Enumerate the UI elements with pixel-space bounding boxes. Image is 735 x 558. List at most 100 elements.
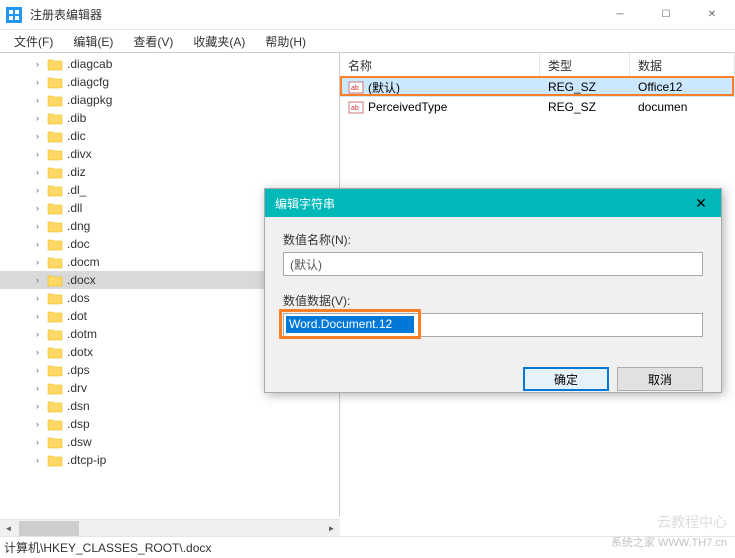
minimize-button[interactable]: ─: [597, 0, 643, 29]
tree-item-label: .dotm: [67, 327, 97, 341]
tree-item-label: .dos: [67, 291, 90, 305]
col-header-data[interactable]: 数据: [630, 53, 735, 76]
tree-item-label: .dib: [67, 111, 86, 125]
tree-item-label: .dtcp-ip: [67, 453, 106, 467]
close-button[interactable]: ✕: [689, 0, 735, 29]
expand-icon[interactable]: ›: [32, 455, 43, 466]
menu-edit[interactable]: 编辑(E): [63, 31, 123, 52]
tree-item-label: .doc: [67, 237, 90, 251]
tree-item-label: .dot: [67, 309, 87, 323]
tree-item[interactable]: › .dsw: [0, 433, 339, 451]
svg-text:ab: ab: [351, 105, 359, 112]
tree-item-label: .docm: [67, 255, 100, 269]
expand-icon[interactable]: ›: [32, 185, 43, 196]
value-data-label: 数值数据(V):: [283, 292, 703, 309]
tree-item-label: .dic: [67, 129, 86, 143]
tree-item[interactable]: › .dsn: [0, 397, 339, 415]
tree-item[interactable]: › .dic: [0, 127, 339, 145]
expand-icon[interactable]: ›: [32, 257, 43, 268]
tree-item-label: .diz: [67, 165, 86, 179]
expand-icon[interactable]: ›: [32, 167, 43, 178]
menubar: 文件(F) 编辑(E) 查看(V) 收藏夹(A) 帮助(H): [0, 30, 735, 52]
expand-icon[interactable]: ›: [32, 401, 43, 412]
cell-data: documen: [630, 100, 735, 114]
expand-icon[interactable]: ›: [32, 77, 43, 88]
menu-view[interactable]: 查看(V): [123, 31, 183, 52]
dialog-buttons: 确定 取消: [265, 367, 721, 391]
cell-name: ab(默认): [340, 79, 540, 96]
expand-icon[interactable]: ›: [32, 149, 43, 160]
expand-icon[interactable]: ›: [32, 293, 43, 304]
tree-item[interactable]: › .dsp: [0, 415, 339, 433]
expand-icon[interactable]: ›: [32, 203, 43, 214]
tree-item-label: .diagcfg: [67, 75, 109, 89]
expand-icon[interactable]: ›: [32, 437, 43, 448]
expand-icon[interactable]: ›: [32, 347, 43, 358]
expand-icon[interactable]: ›: [32, 275, 43, 286]
value-name-label: 数值名称(N):: [283, 231, 703, 248]
tree-item-label: .dll: [67, 201, 82, 215]
cell-data: Office12: [630, 80, 735, 94]
expand-icon[interactable]: ›: [32, 221, 43, 232]
list-row[interactable]: abPerceivedTypeREG_SZdocumen: [340, 97, 735, 117]
dialog-body: 数值名称(N): 数值数据(V): Word.Document.12: [265, 217, 721, 367]
expand-icon[interactable]: ›: [32, 365, 43, 376]
list-header: 名称 类型 数据: [340, 53, 735, 77]
edit-string-dialog: 编辑字符串 ✕ 数值名称(N): 数值数据(V): Word.Document.…: [264, 188, 722, 393]
tree-item-label: .dps: [67, 363, 90, 377]
tree-item[interactable]: › .dib: [0, 109, 339, 127]
dialog-titlebar[interactable]: 编辑字符串 ✕: [265, 189, 721, 217]
scroll-thumb[interactable]: [19, 521, 79, 536]
expand-icon[interactable]: ›: [32, 131, 43, 142]
app-icon: [6, 7, 22, 23]
tree-item[interactable]: › .diagpkg: [0, 91, 339, 109]
tree-item-label: .dsw: [67, 435, 92, 449]
tree-item[interactable]: › .dtcp-ip: [0, 451, 339, 469]
expand-icon[interactable]: ›: [32, 311, 43, 322]
menu-favorites[interactable]: 收藏夹(A): [183, 31, 255, 52]
tree-item[interactable]: ›.diagcab: [0, 55, 339, 73]
tree-item-label: .drv: [67, 381, 87, 395]
window-title: 注册表编辑器: [30, 6, 597, 23]
scroll-right-icon[interactable]: ►: [323, 520, 340, 537]
expand-icon[interactable]: ›: [32, 239, 43, 250]
tree-item-label: .dng: [67, 219, 90, 233]
tree-item-label: .dsp: [67, 417, 90, 431]
tree-item-label: .dotx: [67, 345, 93, 359]
list-body: ab(默认)REG_SZOffice12abPerceivedTypeREG_S…: [340, 77, 735, 117]
cancel-button[interactable]: 取消: [617, 367, 703, 391]
expand-icon[interactable]: ›: [32, 329, 43, 340]
tree-item[interactable]: › .diagcfg: [0, 73, 339, 91]
tree-item[interactable]: › .diz: [0, 163, 339, 181]
menu-help[interactable]: 帮助(H): [255, 31, 316, 52]
col-header-type[interactable]: 类型: [540, 53, 630, 76]
titlebar: 注册表编辑器 ─ ☐ ✕: [0, 0, 735, 30]
window-controls: ─ ☐ ✕: [597, 0, 735, 29]
tree-item-label: .docx: [67, 273, 96, 287]
tree-item[interactable]: › .divx: [0, 145, 339, 163]
statusbar: 计算机\HKEY_CLASSES_ROOT\.docx: [0, 536, 735, 558]
cell-type: REG_SZ: [540, 100, 630, 114]
tree-item-label: .diagpkg: [67, 93, 112, 107]
cell-name: abPerceivedType: [340, 99, 540, 115]
expand-icon[interactable]: ›: [32, 383, 43, 394]
expand-icon[interactable]: ›: [32, 59, 43, 70]
scroll-left-icon[interactable]: ◄: [0, 520, 17, 537]
expand-icon[interactable]: ›: [32, 419, 43, 430]
status-path: 计算机\HKEY_CLASSES_ROOT\.docx: [4, 539, 211, 556]
ok-button[interactable]: 确定: [523, 367, 609, 391]
value-data-input[interactable]: [283, 313, 703, 337]
maximize-button[interactable]: ☐: [643, 0, 689, 29]
col-header-name[interactable]: 名称: [340, 53, 540, 76]
svg-text:ab: ab: [351, 85, 359, 92]
menu-file[interactable]: 文件(F): [4, 31, 63, 52]
dialog-close-button[interactable]: ✕: [681, 189, 721, 217]
expand-icon[interactable]: ›: [32, 95, 43, 106]
expand-icon[interactable]: ›: [32, 113, 43, 124]
tree-item-label: .divx: [67, 147, 92, 161]
dialog-title: 编辑字符串: [275, 195, 335, 212]
list-row[interactable]: ab(默认)REG_SZOffice12: [340, 77, 735, 97]
value-name-input: [283, 252, 703, 276]
tree-item-label: .dsn: [67, 399, 90, 413]
tree-scrollbar-horizontal[interactable]: ◄ ►: [0, 519, 340, 536]
